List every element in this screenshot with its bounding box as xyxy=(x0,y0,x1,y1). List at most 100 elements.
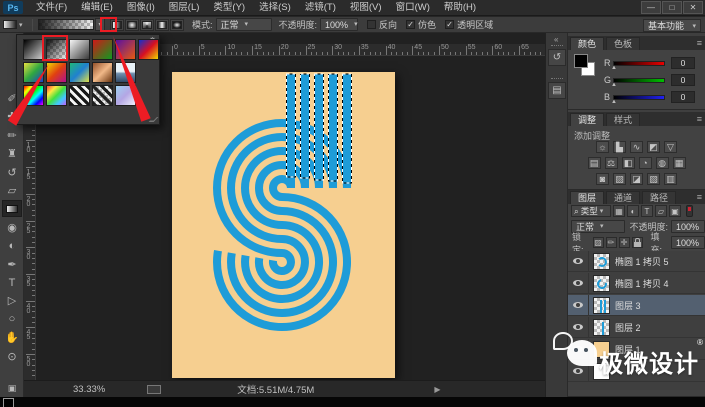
gradient-swatch-black-white[interactable] xyxy=(69,39,90,60)
filter-shape-icon[interactable]: ▱ xyxy=(655,205,667,217)
exposure-icon[interactable]: ◩ xyxy=(647,141,660,153)
layer-opacity-select[interactable]: 100%▾ xyxy=(671,220,705,233)
selective-color-icon[interactable]: ▧ xyxy=(647,173,660,185)
gradient-swatch-yellow-green-blue[interactable] xyxy=(23,62,44,83)
properties-panel-button[interactable]: ▤ xyxy=(548,82,566,99)
gradient-swatch-green-cyan-yellow[interactable] xyxy=(69,62,90,83)
opacity-select[interactable]: 100% ▾ xyxy=(320,18,359,31)
channel-slider[interactable]: ▲ xyxy=(611,94,665,105)
gradient-swatch-neutral-stripes[interactable] xyxy=(69,85,90,106)
visibility-eye-icon[interactable] xyxy=(573,280,583,286)
history-brush-tool[interactable]: ↺ xyxy=(2,164,22,181)
dodge-tool[interactable]: ◐ xyxy=(2,237,22,254)
filter-toggle-switch[interactable] xyxy=(686,205,693,217)
foreground-color-swatch[interactable] xyxy=(3,398,14,407)
menu-图像(I)[interactable]: 图像(I) xyxy=(120,0,162,16)
document-canvas[interactable] xyxy=(172,72,395,378)
workspace-switcher[interactable]: 基本功能 ▾ xyxy=(643,19,701,32)
path-selection-tool[interactable]: ▷ xyxy=(2,292,22,309)
photo-filter-icon[interactable]: ◔ xyxy=(638,157,652,169)
menu-选择(S)[interactable]: 选择(S) xyxy=(252,0,298,16)
menu-文件(F)[interactable]: 文件(F) xyxy=(29,0,74,16)
menu-滤镜(T)[interactable]: 滤镜(T) xyxy=(298,0,343,16)
levels-icon[interactable]: ▙ xyxy=(613,141,626,153)
layer-filter-select[interactable]: ⌕ 类型 ▾ xyxy=(571,205,611,217)
gradient-swatch-chrome[interactable] xyxy=(115,62,136,83)
tab-调整[interactable]: 调整 xyxy=(570,113,605,126)
gradient-swatch-spectrum[interactable] xyxy=(23,85,44,106)
visibility-eye-icon[interactable] xyxy=(573,258,583,264)
brush-tool[interactable]: ✏ xyxy=(2,127,22,144)
tab-通道[interactable]: 通道 xyxy=(606,191,641,204)
quick-mask-button[interactable]: ▣ xyxy=(2,380,22,397)
filter-type-icon[interactable]: T xyxy=(641,205,653,217)
gradient-swatch-pastel-blue[interactable] xyxy=(115,85,136,106)
gradient-swatch-fg-to-bg[interactable] xyxy=(23,39,44,60)
menu-窗口(W)[interactable]: 窗口(W) xyxy=(389,0,437,16)
slider-marker[interactable]: ▲ xyxy=(611,65,617,71)
gradient-swatch-violet-orange[interactable] xyxy=(115,39,136,60)
eraser-tool[interactable]: ▱ xyxy=(2,182,22,199)
menu-编辑(E)[interactable]: 编辑(E) xyxy=(74,0,120,16)
gradient-preview[interactable] xyxy=(38,19,94,30)
diamond-gradient-button[interactable] xyxy=(170,18,184,31)
gradient-swatch-yellow-red-violet[interactable] xyxy=(46,62,67,83)
layer-row[interactable]: 椭圆 1 拷贝 4 xyxy=(568,272,705,294)
document-info[interactable]: 文档:5.51M/4.75M xyxy=(237,382,314,396)
layer-thumbnail[interactable] xyxy=(593,296,610,314)
gradient-swatch-copper[interactable] xyxy=(92,62,113,83)
channel-mixer-icon[interactable]: ◍ xyxy=(655,157,669,169)
gradient-tool[interactable] xyxy=(2,200,22,218)
channel-slider[interactable]: ▲ xyxy=(611,77,665,88)
visibility-eye-icon[interactable] xyxy=(573,302,583,308)
maximize-button[interactable]: □ xyxy=(662,1,682,14)
layer-row[interactable]: 图层 3 xyxy=(568,294,705,316)
slider-marker[interactable]: ▲ xyxy=(611,99,617,105)
panel-menu-icon[interactable]: ≡ xyxy=(697,192,702,202)
threshold-icon[interactable]: ◪ xyxy=(630,173,643,185)
gradient-swatch-transparent-rainbow[interactable] xyxy=(46,85,67,106)
checkbox-透明区域[interactable]: ✓ 透明区域 xyxy=(445,18,493,31)
hue-saturation-icon[interactable]: ▤ xyxy=(587,157,601,169)
channel-value[interactable]: 0 xyxy=(671,57,695,69)
angle-gradient-button[interactable] xyxy=(140,18,154,31)
menu-视图(V)[interactable]: 视图(V) xyxy=(343,0,389,16)
tab-图层[interactable]: 图层 xyxy=(570,191,605,204)
lock-pixels-icon[interactable]: ✏ xyxy=(605,237,617,248)
blur-tool[interactable]: ◉ xyxy=(2,219,22,236)
tab-色板[interactable]: 色板 xyxy=(606,37,641,50)
channel-value[interactable]: 0 xyxy=(671,91,695,103)
checkbox-仿色[interactable]: ✓ 仿色 xyxy=(406,18,436,31)
hand-tool[interactable]: ✋ xyxy=(2,329,22,346)
slider-marker[interactable]: ▲ xyxy=(611,82,617,88)
menu-图层(L)[interactable]: 图层(L) xyxy=(162,0,207,16)
zoom-level[interactable]: 33.33% xyxy=(73,384,105,395)
channel-value[interactable]: 0 xyxy=(671,74,695,86)
tab-颜色[interactable]: 颜色 xyxy=(570,37,605,50)
layer-row[interactable]: 椭圆 1 拷贝 5 xyxy=(568,251,705,272)
color-balance-icon[interactable]: ⚖ xyxy=(604,157,618,169)
filter-pixel-icon[interactable]: ▦ xyxy=(613,205,625,217)
mode-select[interactable]: 正常 ▾ xyxy=(215,18,272,31)
status-menu-arrow[interactable]: ▶ xyxy=(434,385,440,394)
gradient-swatch-transparent-stripes[interactable] xyxy=(92,85,113,106)
shape-tool[interactable]: ○ xyxy=(2,311,22,328)
resize-grip[interactable] xyxy=(148,117,159,122)
lock-all-icon[interactable] xyxy=(631,237,643,248)
color-lookup-icon[interactable]: ▦ xyxy=(672,157,686,169)
history-panel-button[interactable]: ↺ xyxy=(548,49,566,66)
checkbox-反向[interactable]: 反向 xyxy=(367,18,397,31)
lock-position-icon[interactable]: ✛ xyxy=(618,237,630,248)
pen-tool[interactable]: ✒ xyxy=(2,256,22,273)
type-tool[interactable]: T xyxy=(2,274,22,291)
gradient-swatch-blue-red-yellow[interactable] xyxy=(138,39,159,60)
lock-transparent-icon[interactable]: ▨ xyxy=(592,237,604,248)
panel-menu-icon[interactable]: ≡ xyxy=(697,38,702,48)
channel-slider[interactable]: ▲ xyxy=(611,60,665,71)
filter-smart-object-icon[interactable]: ▣ xyxy=(669,205,681,217)
minimize-button[interactable]: — xyxy=(641,1,661,14)
tab-路径[interactable]: 路径 xyxy=(642,191,677,204)
menu-帮助(H)[interactable]: 帮助(H) xyxy=(437,0,483,16)
panel-foreground-swatch[interactable] xyxy=(574,54,588,68)
tool-preset-picker[interactable]: ▾ xyxy=(3,19,29,31)
